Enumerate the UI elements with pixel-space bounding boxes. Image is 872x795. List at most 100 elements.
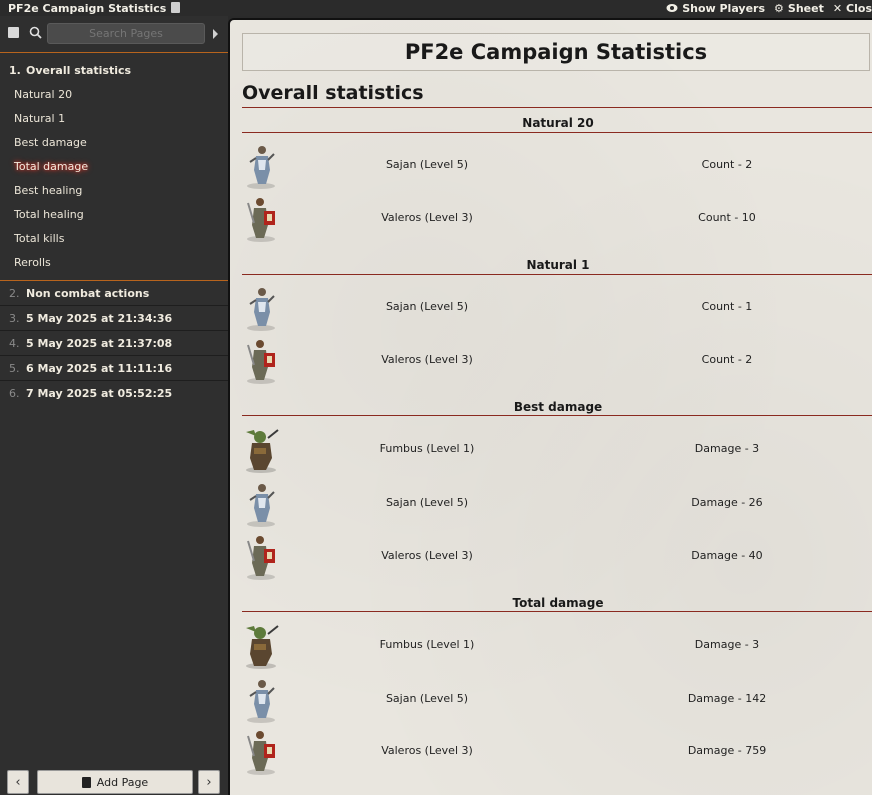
sidebar-subitem-natural-1[interactable]: Natural 1 (0, 106, 228, 130)
sidebar-subitem-total-kills[interactable]: Total kills (0, 226, 228, 250)
sidebar-subitem-label: Natural 20 (14, 87, 73, 101)
character-name: Fumbus (Level 1) (379, 638, 475, 651)
sidebar-item-label: Overall statistics (26, 63, 132, 77)
show-players-label: Show Players (682, 1, 766, 15)
sheet-button[interactable]: ⚙ Sheet (774, 2, 824, 15)
search-icon[interactable] (29, 26, 42, 39)
sidebar-page-session[interactable]: 3. 5 May 2025 at 21:34:36 (0, 306, 228, 331)
section-heading: Overall statistics (242, 82, 424, 104)
add-page-button[interactable]: Add Page (37, 770, 193, 794)
sidebar-subitem-label: Total damage (14, 159, 89, 173)
character-stat: Count - 2 (701, 158, 753, 171)
character-name: Sajan (Level 5) (385, 158, 469, 171)
sidebar-subitem-label: Total kills (14, 231, 65, 245)
character-stat: Count - 2 (701, 353, 753, 366)
window-title-text: PF2e Campaign Statistics (8, 1, 167, 15)
fighter-portrait (247, 340, 275, 384)
monk-portrait (247, 288, 275, 331)
sidebar-page-non-combat-actions[interactable]: 2. Non combat actions (0, 281, 228, 306)
character-stat: Damage - 26 (691, 496, 763, 509)
sidebar-subitem-total-damage[interactable]: Total damage (0, 154, 228, 178)
stat-row: Valeros (Level 3) Count - 10 (242, 193, 872, 243)
character-name: Sajan (Level 5) (385, 300, 469, 313)
sidebar-subitem-natural-20[interactable]: Natural 20 (0, 82, 228, 106)
sidebar-page-session[interactable]: 6. 7 May 2025 at 05:52:25 (0, 381, 228, 406)
add-page-label: Add Page (96, 775, 149, 789)
sidebar-page-label: Non combat actions (26, 286, 150, 300)
character-name: Valeros (Level 3) (381, 211, 473, 224)
sidebar-subitem-label: Best damage (14, 135, 87, 149)
group-rule (242, 611, 872, 612)
character-stat: Damage - 759 (687, 744, 767, 757)
sidebar-page-label: 6 May 2025 at 11:11:16 (26, 361, 173, 375)
sidebar-page-session[interactable]: 5. 6 May 2025 at 11:11:16 (0, 356, 228, 381)
monk-portrait (247, 146, 275, 189)
fighter-portrait (247, 536, 275, 580)
group-rule (242, 415, 872, 416)
sidebar-subitem-rerolls[interactable]: Rerolls (0, 250, 228, 274)
chevron-left-icon: ‹ (15, 774, 21, 790)
sidebar-search-row (0, 16, 228, 53)
sidebar-item-overall-statistics[interactable]: 1. Overall statistics (0, 58, 228, 82)
sidebar-page-session[interactable]: 4. 5 May 2025 at 21:37:08 (0, 331, 228, 356)
goblin-portrait (246, 429, 279, 473)
stat-row: Sajan (Level 5) Count - 1 (242, 282, 872, 332)
sidebar-section-overall: 1. Overall statistics Natural 20 Natural… (0, 58, 228, 281)
file-plus-icon (81, 776, 91, 788)
group-title-total-damage: Total damage (512, 596, 604, 610)
character-stat: Damage - 3 (694, 442, 760, 455)
character-name: Valeros (Level 3) (381, 744, 473, 757)
journal-sidebar: 1. Overall statistics Natural 20 Natural… (0, 16, 228, 795)
eye-icon (666, 4, 678, 12)
stat-row: Valeros (Level 3) Damage - 759 (242, 726, 872, 776)
next-page-button[interactable]: › (198, 770, 220, 794)
previous-page-button[interactable]: ‹ (7, 770, 29, 794)
character-name: Sajan (Level 5) (385, 692, 469, 705)
journal-page-content: PF2e Campaign Statistics Overall statist… (228, 18, 872, 795)
close-button[interactable]: ✕ Clos (833, 2, 872, 15)
search-input[interactable] (47, 23, 205, 44)
sidebar-page-number: 2. (9, 286, 20, 300)
goblin-portrait (246, 625, 279, 669)
sidebar-subitem-label: Rerolls (14, 255, 51, 269)
sidebar-page-label: 7 May 2025 at 05:52:25 (26, 387, 173, 400)
stat-row: Sajan (Level 5) Damage - 142 (242, 674, 872, 724)
window-titlebar: PF2e Campaign Statistics Show Players ⚙ … (0, 0, 872, 16)
sidebar-footer: ‹ Add Page › (0, 765, 228, 795)
stat-row: Fumbus (Level 1) Damage - 3 (242, 620, 872, 670)
book-icon[interactable] (8, 27, 19, 38)
page-banner: PF2e Campaign Statistics (242, 33, 870, 71)
sidebar-page-number: 3. (9, 311, 20, 325)
sheet-label: Sheet (787, 1, 824, 15)
sidebar-subitem-label: Natural 1 (14, 111, 66, 125)
collapse-sidebar-icon[interactable] (213, 29, 218, 39)
sidebar-subitem-best-damage[interactable]: Best damage (0, 130, 228, 154)
character-name: Valeros (Level 3) (381, 549, 473, 562)
close-label: Clos (846, 1, 872, 15)
group-title-best-damage: Best damage (513, 400, 603, 414)
stat-row: Valeros (Level 3) Damage - 40 (242, 531, 872, 581)
page-title: PF2e Campaign Statistics (404, 40, 708, 64)
sidebar-page-number: 5. (9, 361, 20, 375)
monk-portrait (247, 484, 275, 527)
show-players-button[interactable]: Show Players (666, 2, 765, 15)
group-title-natural-20: Natural 20 (522, 116, 594, 130)
window-title: PF2e Campaign Statistics (0, 1, 181, 15)
sidebar-page-number: 4. (9, 336, 20, 350)
sidebar-subitem-best-healing[interactable]: Best healing (0, 178, 228, 202)
sidebar-page-number: 6. (9, 387, 20, 400)
sidebar-item-number: 1. (9, 63, 21, 77)
fighter-portrait (247, 198, 275, 242)
character-stat: Count - 10 (698, 211, 756, 224)
sidebar-subitem-total-healing[interactable]: Total healing (0, 202, 228, 226)
character-stat: Damage - 40 (691, 549, 763, 562)
sidebar-page-label: 5 May 2025 at 21:37:08 (26, 336, 173, 350)
character-name: Valeros (Level 3) (381, 353, 473, 366)
group-title-natural-1: Natural 1 (526, 258, 590, 272)
character-stat: Count - 1 (701, 300, 753, 313)
group-rule (242, 274, 872, 275)
monk-portrait (247, 680, 275, 723)
sidebar-subitem-label: Total healing (14, 207, 84, 221)
character-name: Sajan (Level 5) (385, 496, 469, 509)
character-stat: Damage - 142 (687, 692, 767, 705)
